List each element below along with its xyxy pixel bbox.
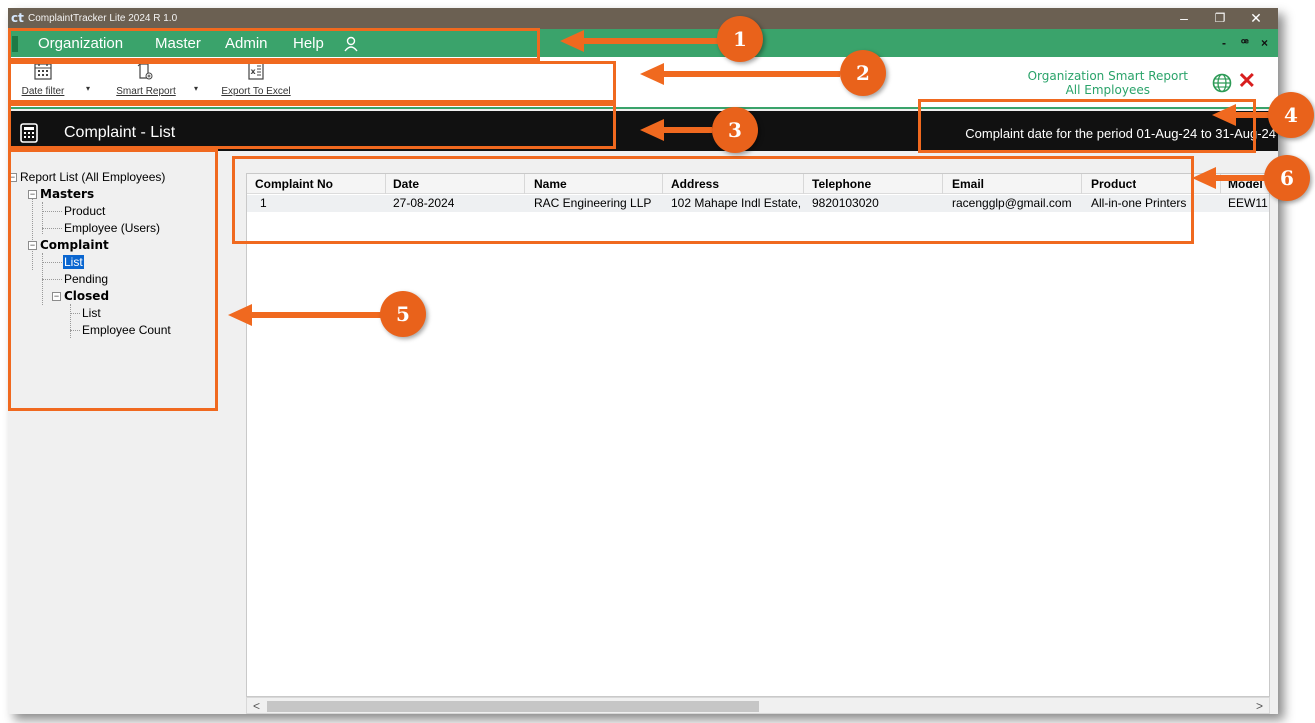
annotation-marker-4: 4 bbox=[1268, 92, 1314, 138]
annotation-marker-5: 5 bbox=[380, 291, 426, 337]
annotation-marker-2: 2 bbox=[840, 50, 886, 96]
annotation-marker-6: 6 bbox=[1264, 155, 1310, 201]
annotation-marker-3: 3 bbox=[712, 107, 758, 153]
annotation-arrows bbox=[228, 30, 1270, 326]
annotation-marker-1: 1 bbox=[717, 16, 763, 62]
